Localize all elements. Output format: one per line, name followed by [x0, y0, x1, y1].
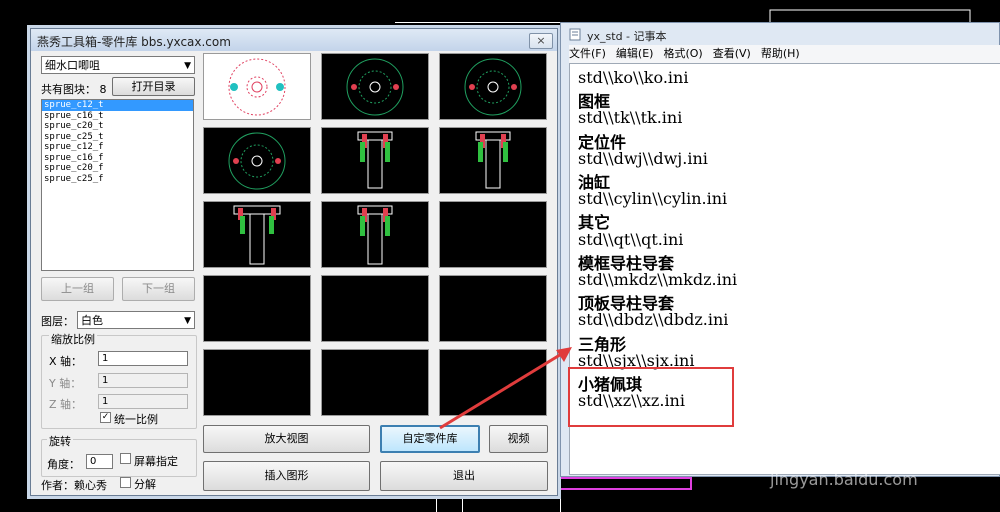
baidu-watermark-url: jingyan.baidu.com [770, 470, 918, 489]
baidu-watermark: Baidu 经验 [770, 438, 937, 473]
